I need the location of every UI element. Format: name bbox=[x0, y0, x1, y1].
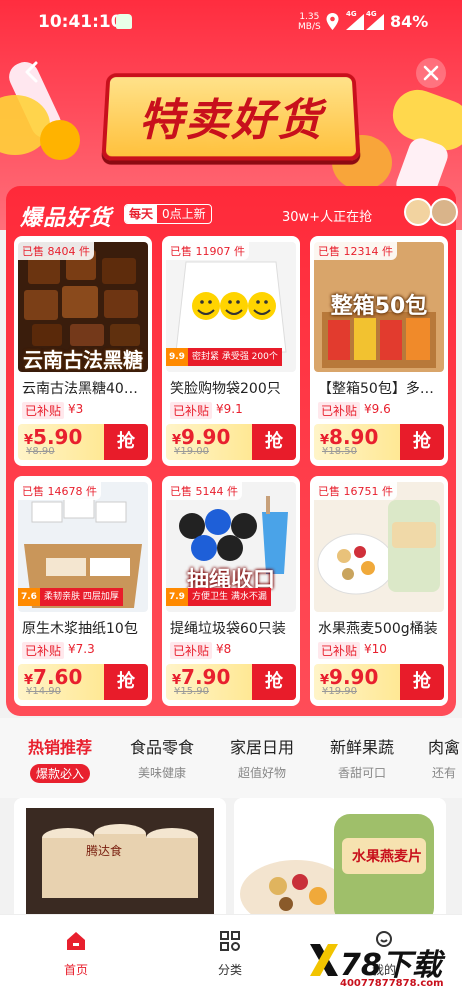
product-card[interactable]: 已售 8404 件 云南古法黑糖 云南古法黑糖40… 已补贴 ¥3 ¥5.90 … bbox=[14, 236, 152, 466]
grab-button[interactable]: 抢 bbox=[400, 424, 444, 460]
price-row: ¥8.90 ¥18.50 抢 bbox=[314, 424, 444, 460]
image-caption: 云南古法黑糖 bbox=[23, 348, 143, 372]
price-row: ¥7.60 ¥14.90 抢 bbox=[18, 664, 148, 700]
sold-count: 已售 14678 件 bbox=[18, 482, 101, 500]
original-price: ¥19.90 bbox=[322, 686, 357, 697]
product-card[interactable]: 已售 5144 件 抽绳收口 7.9 方便卫生 满水不漏 提绳垃圾袋60只装 已… bbox=[162, 476, 300, 706]
hot-deals-panel: 爆品好货 每天 0点上新 30w+人正在抢 已售 8404 件 云南古法黑糖 云… bbox=[6, 186, 458, 716]
product-name: 笑脸购物袋200只 bbox=[170, 381, 281, 397]
feed-card-label: 水果燕麦片 bbox=[352, 849, 422, 865]
price-row: ¥9.90 ¥19.90 抢 bbox=[314, 664, 444, 700]
nav-category[interactable]: 分类 bbox=[200, 929, 260, 978]
banner-title: 特卖好货 bbox=[139, 95, 323, 146]
price-row: ¥5.90 ¥8.90 抢 bbox=[18, 424, 148, 460]
decor-orange bbox=[40, 120, 80, 160]
tab-home[interactable]: 家居日用 超值好物 bbox=[230, 734, 294, 781]
tab-food[interactable]: 食品零食 美味健康 bbox=[130, 734, 194, 781]
grab-button[interactable]: 抢 bbox=[252, 424, 296, 460]
product-card[interactable]: 已售 16751 件 水果燕麦500g桶装 已补贴 ¥10 ¥9.90 ¥19.… bbox=[310, 476, 448, 706]
sold-count: 已售 16751 件 bbox=[314, 482, 397, 500]
android-icon bbox=[116, 14, 132, 29]
product-name: 提绳垃圾袋60只装 bbox=[170, 621, 286, 637]
feed-card[interactable]: 水果燕麦片 bbox=[234, 798, 446, 928]
home-icon bbox=[67, 932, 85, 950]
original-price: ¥19.00 bbox=[174, 446, 209, 457]
subsidy: 已补贴 ¥9.6 bbox=[318, 402, 391, 419]
close-button[interactable] bbox=[416, 58, 446, 88]
tab-hot[interactable]: 热销推荐 爆款必入 bbox=[28, 734, 92, 783]
original-price: ¥18.50 bbox=[322, 446, 357, 457]
avatar bbox=[430, 198, 458, 226]
sold-count: 已售 11907 件 bbox=[166, 242, 249, 260]
product-image bbox=[314, 482, 444, 612]
product-card[interactable]: 已售 12314 件 整箱50包 【整箱50包】多… 已补贴 ¥9.6 ¥8.9… bbox=[310, 236, 448, 466]
subsidy: 已补贴 ¥10 bbox=[318, 642, 387, 659]
grab-count: 30w+人正在抢 bbox=[282, 210, 373, 225]
category-tabs: 热销推荐 爆款必入 食品零食 美味健康 家居日用 超值好物 新鲜果蔬 香甜可口 … bbox=[0, 718, 462, 798]
price-row: ¥9.90 ¥19.00 抢 bbox=[166, 424, 296, 460]
subsidy: 已补贴 ¥7.3 bbox=[22, 642, 95, 659]
subsidy: 已补贴 ¥8 bbox=[170, 642, 231, 659]
location-icon bbox=[326, 13, 339, 30]
signal-icon: 4G bbox=[366, 10, 384, 30]
product-name: 原生木浆抽纸10包 bbox=[22, 621, 138, 637]
section-title: 爆品好货 bbox=[20, 206, 113, 231]
feed-card-label: 腾达食 bbox=[86, 844, 123, 858]
sold-count: 已售 12314 件 bbox=[314, 242, 397, 260]
product-image bbox=[14, 798, 226, 928]
price-row: ¥7.90 ¥15.90 抢 bbox=[166, 664, 296, 700]
grab-button[interactable]: 抢 bbox=[400, 664, 444, 700]
x-logo-icon bbox=[310, 944, 338, 976]
product-card[interactable]: 已售 14678 件 7.6 柔韧亲肤 四层加厚 原生木浆抽纸10包 已补贴 ¥… bbox=[14, 476, 152, 706]
nav-home[interactable]: 首页 bbox=[46, 929, 106, 978]
avatar bbox=[404, 198, 432, 226]
status-bar: 10:41:10 1.35 MB/S 4G 4G 84% bbox=[0, 0, 462, 44]
tab-fresh[interactable]: 新鲜果蔬 香甜可口 bbox=[330, 734, 394, 781]
bottom-nav: 首页 分类 我的 78下载 40077877878.com bbox=[0, 914, 462, 1000]
image-caption: 整箱50包 bbox=[330, 294, 428, 319]
battery-level: 84% bbox=[390, 12, 429, 31]
back-arrow-icon[interactable] bbox=[18, 58, 46, 86]
category-grid-icon bbox=[220, 931, 240, 951]
feed-card[interactable]: 腾达食 bbox=[14, 798, 226, 928]
grab-button[interactable]: 抢 bbox=[104, 664, 148, 700]
product-name: 【整箱50包】多… bbox=[318, 381, 434, 397]
status-time: 10:41:10 bbox=[38, 12, 123, 32]
original-price: ¥8.90 bbox=[26, 446, 55, 457]
original-price: ¥14.90 bbox=[26, 686, 61, 697]
grab-button[interactable]: 抢 bbox=[104, 424, 148, 460]
original-price: ¥15.90 bbox=[174, 686, 209, 697]
sold-count: 已售 5144 件 bbox=[166, 482, 242, 500]
subsidy: 已补贴 ¥3 bbox=[22, 402, 83, 419]
product-card[interactable]: 已售 11907 件 9.9 密封紧 承受强 200个 笑脸购物袋200只 已补… bbox=[162, 236, 300, 466]
grab-button[interactable]: 抢 bbox=[252, 664, 296, 700]
promo-band: 7.9 方便卫生 满水不漏 bbox=[166, 588, 271, 606]
tab-meat[interactable]: 肉禽 还有 bbox=[428, 734, 460, 781]
watermark-logo: 78下载 40077877878.com bbox=[308, 938, 458, 996]
promo-band: 9.9 密封紧 承受强 200个 bbox=[166, 348, 282, 366]
close-icon bbox=[423, 65, 439, 81]
daily-new-badge: 每天 0点上新 bbox=[124, 204, 212, 224]
signal-icon: 4G bbox=[346, 10, 364, 30]
subsidy: 已补贴 ¥9.1 bbox=[170, 402, 243, 419]
sold-count: 已售 8404 件 bbox=[18, 242, 94, 260]
promo-band: 7.6 柔韧亲肤 四层加厚 bbox=[18, 588, 123, 606]
product-name: 云南古法黑糖40… bbox=[22, 381, 138, 397]
net-speed: 1.35 MB/S bbox=[298, 12, 321, 32]
product-name: 水果燕麦500g桶装 bbox=[318, 621, 438, 637]
